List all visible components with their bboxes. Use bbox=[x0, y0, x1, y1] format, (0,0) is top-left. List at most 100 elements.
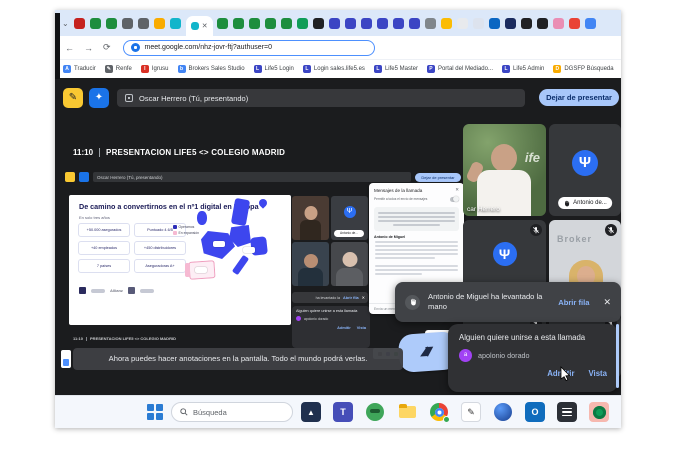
nested-join-title: Alguien quiere unirse a esta llamada bbox=[296, 309, 366, 313]
active-app-icon[interactable] bbox=[589, 402, 609, 422]
browser-tab[interactable] bbox=[425, 18, 436, 29]
taskbar-search[interactable]: Búsqueda bbox=[171, 402, 293, 422]
toast-text: Antonio de Miguel ha levantado la mano bbox=[428, 292, 546, 312]
raised-hand-toast: Antonio de Miguel ha levantado la mano A… bbox=[395, 282, 621, 322]
browser-tab[interactable] bbox=[329, 18, 340, 29]
nested-presenter-name: Oscar Herrero (Tú, presentando) bbox=[97, 175, 163, 180]
bookmark-favicon: P bbox=[427, 65, 435, 73]
bookmark-item[interactable]: LLife5 Login bbox=[254, 65, 294, 73]
stop-presenting-button[interactable]: Dejar de presentar bbox=[539, 89, 619, 106]
browser-tab[interactable] bbox=[553, 18, 564, 29]
browser-tab[interactable] bbox=[473, 18, 484, 29]
browser-tab[interactable] bbox=[377, 18, 388, 29]
participant-tile-antonio[interactable]: Ψ Antonio de... bbox=[549, 124, 621, 216]
bookmark-item[interactable]: PPortal del Mediado... bbox=[427, 65, 493, 73]
divider bbox=[99, 148, 100, 157]
participant-tile-oscar[interactable]: ife car Herrero bbox=[463, 124, 546, 216]
back-icon[interactable]: ← bbox=[65, 43, 74, 53]
browser-tab[interactable] bbox=[297, 18, 308, 29]
slide-stat: Aseguradoras A+ bbox=[134, 259, 186, 273]
bookmark-item[interactable]: LLife5 Admin bbox=[502, 65, 544, 73]
annotation-pen-button[interactable]: ✎ bbox=[63, 88, 83, 108]
green-app-icon[interactable] bbox=[365, 402, 385, 422]
meet-stage: ✎ ✦ Oscar Herrero (Tú, presentando) Deja… bbox=[55, 78, 621, 395]
browser-tab[interactable] bbox=[505, 18, 516, 29]
nested-raised-hand-toast: ha levantado la Abrir fila ✕ bbox=[292, 292, 368, 303]
browser-tab[interactable] bbox=[441, 18, 452, 29]
browser-tab[interactable] bbox=[569, 18, 580, 29]
nested-tile-video bbox=[292, 242, 329, 286]
browser-tab[interactable] bbox=[345, 18, 356, 29]
browser-tab[interactable] bbox=[489, 18, 500, 29]
annotation-tools-button[interactable]: ✦ bbox=[89, 88, 109, 108]
browser-tab[interactable] bbox=[217, 18, 228, 29]
browser-tab[interactable] bbox=[249, 18, 260, 29]
browser-tab[interactable] bbox=[106, 18, 117, 29]
chat-notice-box bbox=[374, 207, 459, 231]
photos-app-icon[interactable]: ▲ bbox=[301, 402, 321, 422]
slide-subtitle: En solo tres años bbox=[79, 215, 110, 220]
teams-app-icon[interactable]: T bbox=[333, 402, 353, 422]
open-queue-button[interactable]: Abrir fila bbox=[558, 298, 589, 307]
bookmarks-bar: ATraducir ✎Renfe IIgrusu bBrokers Sales Stu… bbox=[55, 60, 621, 78]
bookmark-favicon: b bbox=[178, 65, 186, 73]
hand-icon bbox=[405, 295, 420, 310]
browser-tab[interactable] bbox=[154, 18, 165, 29]
reload-icon[interactable]: ⟳ bbox=[103, 42, 111, 53]
nested-join-request: Alguien quiere unirse a esta llamada apo… bbox=[292, 306, 370, 348]
chat-toggle-label: Permitir a todos el envío de mensajes bbox=[374, 197, 434, 201]
browser-tab[interactable] bbox=[409, 18, 420, 29]
notes-app-icon[interactable] bbox=[557, 402, 577, 422]
bookmark-item[interactable]: DDGSFP Búsqueda bbox=[553, 65, 613, 73]
browser-tab[interactable] bbox=[361, 18, 372, 29]
browser-tab[interactable] bbox=[170, 18, 181, 29]
map-nordics bbox=[231, 198, 250, 226]
browser-tab[interactable] bbox=[585, 18, 596, 29]
map-portugal bbox=[185, 263, 190, 277]
paint-app-icon[interactable] bbox=[493, 402, 513, 422]
search-icon bbox=[180, 408, 188, 416]
browser-tab[interactable] bbox=[74, 18, 85, 29]
start-button[interactable] bbox=[147, 404, 163, 420]
url-bar[interactable]: meet.google.com/nhz-jovr-ftj?authuser=0 bbox=[123, 40, 375, 56]
whiteboard-app-icon[interactable]: ✎ bbox=[461, 402, 481, 422]
sidebar-scrollbar[interactable] bbox=[616, 324, 619, 388]
browser-tab[interactable] bbox=[265, 18, 276, 29]
browser-tab[interactable] bbox=[537, 18, 548, 29]
bookmark-item[interactable]: ✎Renfe bbox=[105, 65, 132, 73]
file-explorer-icon[interactable] bbox=[397, 402, 417, 422]
browser-tab[interactable] bbox=[90, 18, 101, 29]
bookmark-item[interactable]: IIgrusu bbox=[141, 65, 169, 73]
forward-icon[interactable]: → bbox=[84, 43, 93, 53]
tab-close-icon[interactable]: ✕ bbox=[202, 22, 208, 30]
map-pin-icon bbox=[257, 197, 268, 208]
tab-search-chevron-icon[interactable]: ⌄ bbox=[62, 19, 69, 28]
outlook-icon[interactable]: O bbox=[525, 402, 545, 422]
bookmark-item[interactable]: ATraducir bbox=[63, 65, 96, 73]
map-legend: Operamos En expansión bbox=[173, 225, 199, 237]
browser-tab-strip[interactable]: ⌄ ✕ bbox=[55, 10, 621, 36]
browser-tab[interactable] bbox=[313, 18, 324, 29]
bookmark-item[interactable]: LLogin sales.life5.es bbox=[303, 65, 365, 73]
toast-close-icon[interactable]: ✕ bbox=[603, 297, 611, 308]
bookmark-favicon: L bbox=[303, 65, 311, 73]
chrome-icon[interactable] bbox=[429, 402, 449, 422]
nested-toast-text: ha levantado la bbox=[316, 296, 340, 300]
browser-tab[interactable] bbox=[122, 18, 133, 29]
browser-tab[interactable] bbox=[457, 18, 468, 29]
browser-tab[interactable] bbox=[521, 18, 532, 29]
url-text[interactable]: meet.google.com/nhz-jovr-ftj?authuser=0 bbox=[145, 44, 272, 51]
bookmark-item[interactable]: LLife5 Master bbox=[374, 65, 418, 73]
browser-tab[interactable] bbox=[138, 18, 149, 29]
nested-join-name: apolonio dorado bbox=[304, 317, 328, 321]
browser-tab[interactable] bbox=[281, 18, 292, 29]
active-tab[interactable]: ✕ bbox=[186, 16, 213, 36]
browser-tab[interactable] bbox=[393, 18, 404, 29]
bookmark-item[interactable]: bBrokers Sales Studio bbox=[178, 65, 245, 73]
browser-tab[interactable] bbox=[233, 18, 244, 29]
life5-logo-icon: Ψ bbox=[493, 242, 517, 266]
nested-tile-logo: Ψ Antonio de... bbox=[331, 196, 368, 240]
nested-footer-meeting-title: PRESENTACION LIFE5 <> COLEGIO MADRID bbox=[90, 336, 176, 341]
view-button[interactable]: Vista bbox=[589, 369, 608, 378]
bookmark-label: Traducir bbox=[74, 66, 96, 72]
